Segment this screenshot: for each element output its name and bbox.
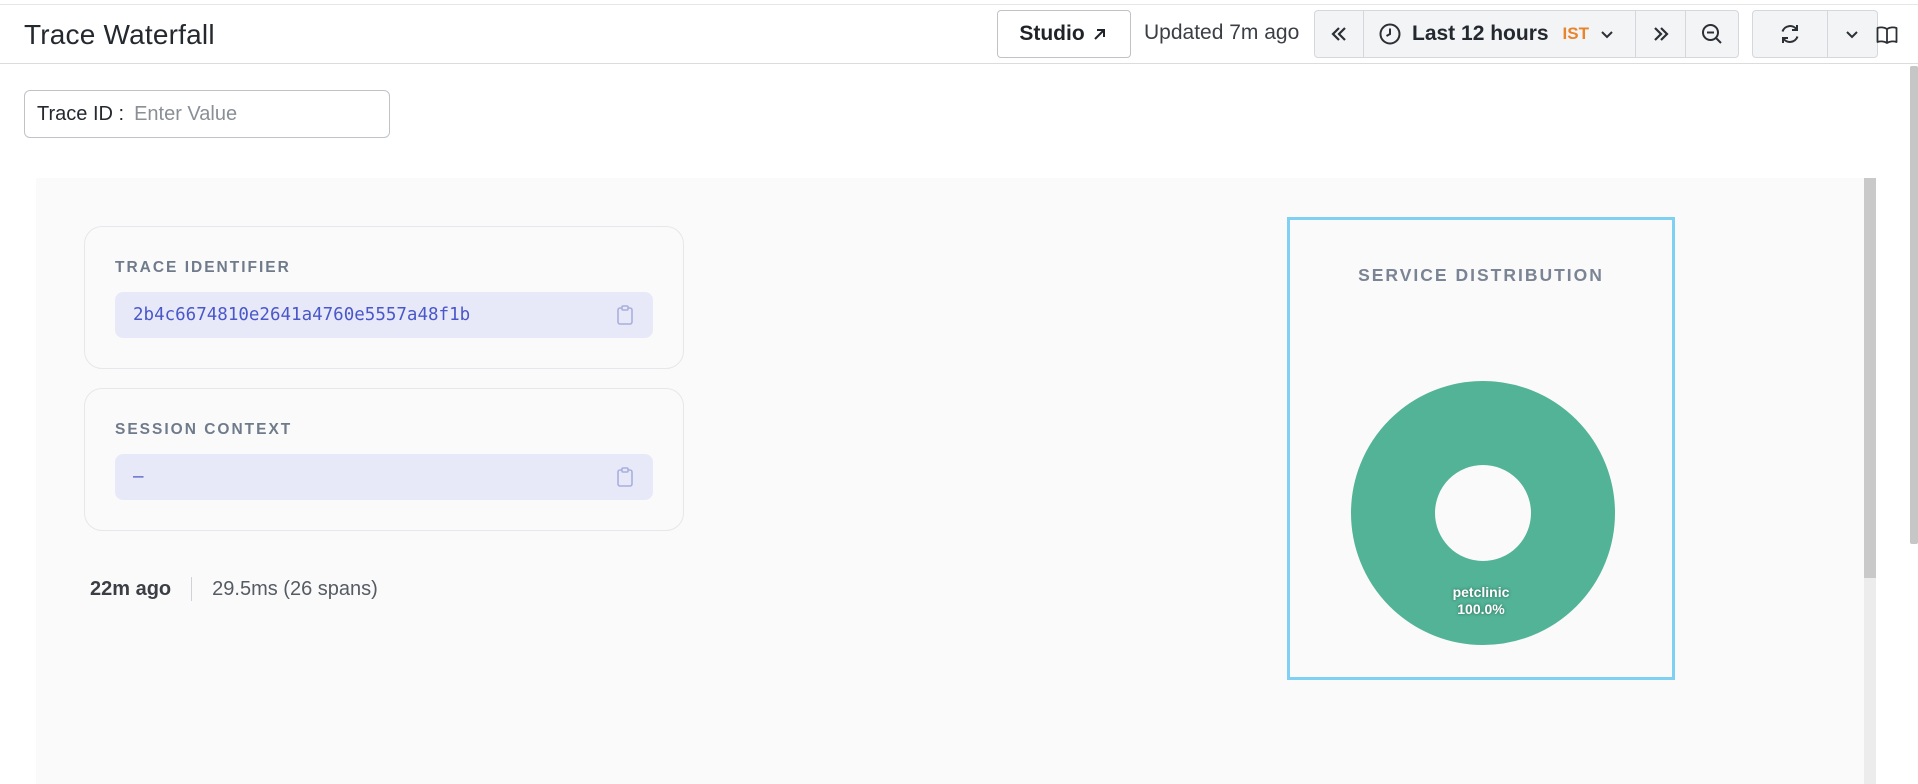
arrow-up-right-icon <box>1093 29 1105 40</box>
previous-range-button[interactable] <box>1315 11 1364 57</box>
slice-label-percent: 100.0% <box>1457 601 1505 617</box>
next-range-button[interactable] <box>1636 11 1686 57</box>
session-context-heading: SESSION CONTEXT <box>115 421 293 438</box>
time-range-controls: Last 12 hours IST <box>1314 10 1739 58</box>
clock-icon <box>1379 23 1401 45</box>
refresh-icon <box>1781 25 1799 43</box>
zoom-out-button[interactable] <box>1686 11 1738 57</box>
clipboard-icon[interactable] <box>615 304 635 326</box>
time-range-label: Last 12 hours <box>1412 22 1549 45</box>
refresh-controls <box>1752 10 1878 58</box>
studio-button-label: Studio <box>1019 22 1085 45</box>
session-context-field: – <box>115 454 653 500</box>
book-icon <box>1876 26 1898 44</box>
trace-meta: 22m ago 29.5ms (26 spans) <box>90 574 378 604</box>
chevrons-right-icon <box>1653 27 1669 41</box>
trace-id-label: Trace ID : <box>37 102 125 125</box>
time-range-selector[interactable]: Last 12 hours IST <box>1364 11 1636 57</box>
session-context-value: – <box>133 467 144 487</box>
header-bar: Trace Waterfall Studio Updated 7m ago La… <box>0 5 1918 64</box>
updated-status: Updated 7m ago <box>1144 21 1300 44</box>
page-scrollbar-thumb[interactable] <box>1910 66 1918 544</box>
page-title: Trace Waterfall <box>24 19 215 50</box>
donut-slice-petclinic[interactable] <box>1351 381 1615 645</box>
trace-age: 22m ago <box>90 577 172 600</box>
refresh-button[interactable] <box>1753 11 1828 57</box>
service-distribution-title: SERVICE DISTRIBUTION <box>1358 265 1604 285</box>
trace-identifier-heading: TRACE IDENTIFIER <box>115 259 291 276</box>
trace-identifier-field: 2b4c6674810e2641a4760e5557a48f1b <box>115 292 653 338</box>
docs-button[interactable] <box>1870 18 1904 52</box>
trace-id-input[interactable] <box>134 102 375 126</box>
panel-scrollbar-thumb[interactable] <box>1864 178 1876 578</box>
timezone-badge: IST <box>1562 24 1589 43</box>
chevron-down-icon <box>1846 31 1859 39</box>
clipboard-icon[interactable] <box>615 466 635 488</box>
trace-identifier-value: 2b4c6674810e2641a4760e5557a48f1b <box>133 305 471 325</box>
chevrons-left-icon <box>1331 27 1346 41</box>
meta-divider <box>191 577 193 601</box>
session-context-card: SESSION CONTEXT – <box>84 388 684 531</box>
service-distribution-panel: SERVICE DISTRIBUTION petclinic 100.0% <box>1287 217 1675 680</box>
chevron-down-icon <box>1601 31 1613 39</box>
trace-duration: 29.5ms (26 spans) <box>212 577 378 600</box>
studio-button[interactable]: Studio <box>997 10 1131 58</box>
zoom-out-icon <box>1702 24 1722 44</box>
slice-label-name: petclinic <box>1452 584 1510 600</box>
trace-id-filter: Trace ID : <box>24 90 390 138</box>
trace-identifier-card: TRACE IDENTIFIER 2b4c6674810e2641a4760e5… <box>84 226 684 369</box>
